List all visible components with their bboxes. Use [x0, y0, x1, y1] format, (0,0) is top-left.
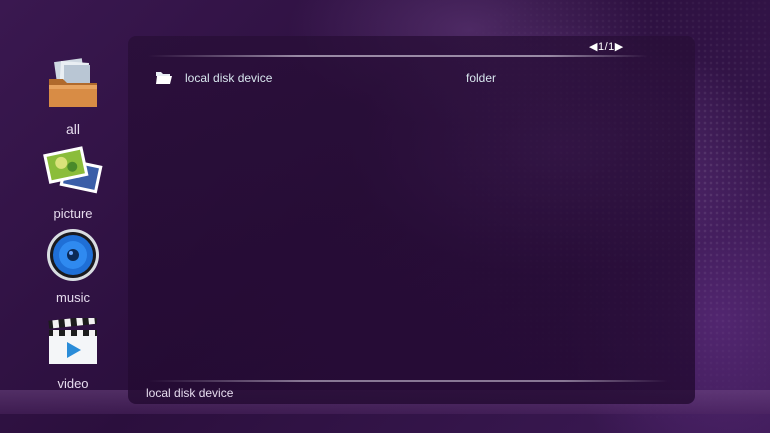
sidebar-item-label: music	[56, 290, 90, 305]
media-browser-screen: all picture music video ◀1/1▶ local disk…	[0, 0, 770, 433]
speaker-icon	[46, 228, 100, 282]
sidebar-item-label: all	[65, 121, 80, 137]
sidebar-item-music[interactable]: music	[30, 226, 116, 308]
divider	[148, 380, 668, 382]
sidebar-item-label: picture	[53, 206, 93, 221]
file-browser-panel: ◀1/1▶ local disk device folder	[128, 36, 695, 404]
folder-open-icon	[156, 71, 172, 87]
page-indicator[interactable]: ◀1/1▶	[589, 40, 624, 53]
photos-icon	[42, 144, 104, 196]
divider	[148, 55, 648, 57]
list-item[interactable]: local disk device folder	[152, 69, 652, 89]
folder-documents-icon	[47, 57, 99, 109]
sidebar-item-all[interactable]: all	[30, 55, 116, 140]
sidebar-item-picture[interactable]: picture	[30, 142, 116, 222]
file-type: folder	[466, 71, 497, 85]
current-path: local disk device	[146, 386, 234, 400]
file-name: local disk device	[185, 71, 273, 85]
clapperboard-play-icon	[46, 315, 100, 366]
sidebar-item-video[interactable]: video	[30, 315, 116, 392]
sidebar-item-label: video	[57, 376, 89, 391]
